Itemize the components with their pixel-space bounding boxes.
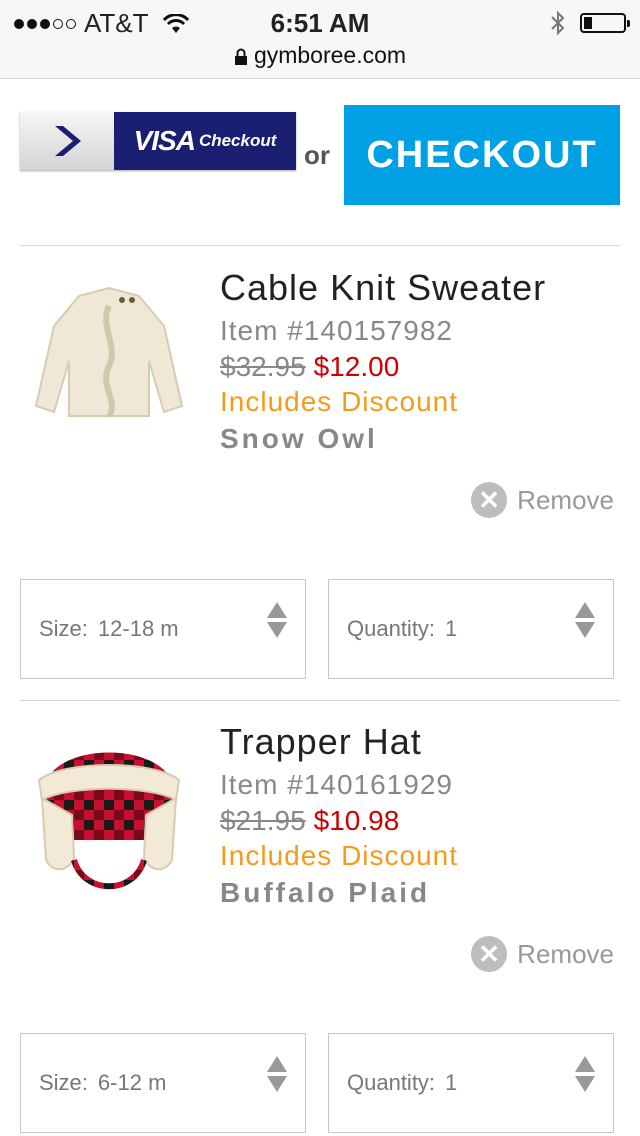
trapper-hat-image [37, 752, 181, 890]
size-value: 12-18 m [97, 616, 179, 641]
stepper-arrows-icon [267, 602, 287, 638]
item-info: Trapper Hat Item #140161929 $21.95 $10.98… [220, 720, 458, 912]
quantity-select[interactable]: Quantity: 1 [328, 1033, 614, 1133]
visa-brand: VISA Checkout [114, 112, 296, 170]
status-right [550, 10, 630, 36]
size-select[interactable]: Size: 6-12 m [20, 1033, 306, 1133]
quantity-value: 1 [445, 1070, 458, 1095]
item-info: Cable Knit Sweater Item #140157982 $32.9… [220, 266, 546, 458]
item-color: Buffalo Plaid [220, 877, 431, 908]
item-color: Snow Owl [220, 423, 378, 454]
size-label: Size: [39, 616, 88, 641]
lock-icon [234, 48, 247, 65]
remove-label: Remove [517, 938, 614, 969]
remove-x-icon: ✕ [471, 936, 508, 972]
stepper-arrows-icon [575, 602, 595, 638]
quantity-select[interactable]: Quantity: 1 [328, 579, 614, 679]
divider [20, 700, 620, 701]
item-name[interactable]: Cable Knit Sweater [220, 266, 546, 310]
sale-price: $10.98 [313, 805, 400, 836]
size-select[interactable]: Size: 12-18 m [20, 579, 306, 679]
item-number: Item #140157982 [220, 315, 453, 346]
item-name[interactable]: Trapper Hat [220, 720, 458, 764]
visa-checkout-text: Checkout [198, 131, 277, 150]
address-bar[interactable]: gymboree.com [0, 42, 640, 69]
visa-checkout-button[interactable]: VISA Checkout [20, 112, 296, 170]
discount-label: Includes Discount [220, 840, 459, 871]
or-separator: or [304, 140, 330, 170]
original-price: $32.95 [220, 351, 306, 382]
stepper-arrows-icon [575, 1056, 595, 1092]
url-text: gymboree.com [253, 42, 407, 68]
original-price: $21.95 [220, 805, 306, 836]
status-bar: AT&T 6:51 AM gymboree.com [0, 0, 640, 79]
divider [20, 245, 620, 246]
sale-price: $12.00 [313, 351, 400, 382]
clock: 6:51 AM [270, 8, 370, 38]
item-number: Item #140161929 [220, 769, 453, 800]
quantity-label: Quantity: [347, 616, 436, 641]
quantity-label: Quantity: [347, 1070, 436, 1095]
remove-x-icon: ✕ [471, 482, 508, 518]
item-prices: $21.95 $10.98 [220, 804, 458, 838]
quantity-value: 1 [445, 616, 458, 641]
stepper-arrows-icon [267, 1056, 287, 1092]
visa-logo-text: VISA [133, 125, 196, 156]
remove-button[interactable]: ✕ Remove [471, 936, 614, 972]
discount-label: Includes Discount [220, 386, 459, 417]
checkout-button[interactable]: CHECKOUT [344, 105, 620, 205]
remove-label: Remove [517, 484, 614, 515]
sweater-image [34, 286, 184, 418]
battery-icon [580, 13, 630, 33]
item-prices: $32.95 $12.00 [220, 350, 546, 384]
visa-arrow-icon [20, 112, 114, 170]
bluetooth-icon [551, 10, 565, 36]
size-label: Size: [39, 1070, 88, 1095]
remove-button[interactable]: ✕ Remove [471, 482, 614, 518]
size-value: 6-12 m [97, 1070, 167, 1095]
